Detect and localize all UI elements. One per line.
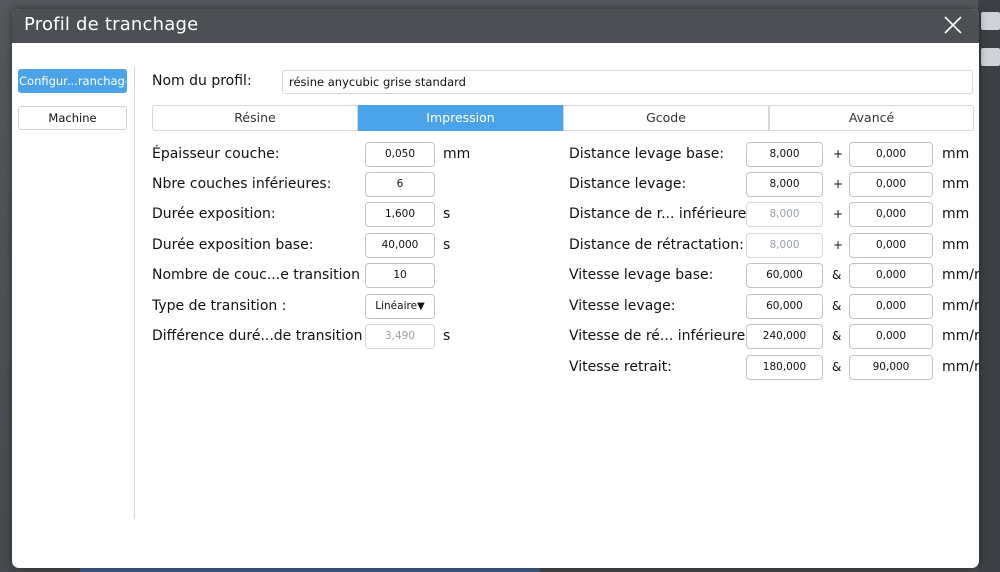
caret-down-icon: ▼ [417, 301, 425, 312]
background-chip [981, 12, 1000, 30]
base-lift-speed-unit: mm/r [942, 267, 979, 283]
bottom-layers-input[interactable]: 6 [365, 172, 435, 197]
retract-speed-unit: mm/r [942, 359, 979, 375]
transition-type-value: Linéaire [375, 300, 418, 312]
base-exposure-input[interactable]: 40,000 [365, 233, 435, 258]
sidebar: Configur...ranchage Machine [12, 43, 134, 568]
background-chip [981, 48, 1000, 66]
retract-speed-input[interactable]: 180,000 [746, 355, 823, 380]
retract-distance-extra-input[interactable]: 0,000 [849, 233, 933, 258]
retract-distance-label: Distance de rétractation: [569, 237, 744, 253]
base-lift-distance-extra-input[interactable]: 0,000 [849, 142, 933, 167]
plus-sign: + [833, 238, 844, 252]
exposure-time-unit: s [443, 206, 451, 222]
tab-resine[interactable]: Résine [152, 105, 358, 131]
transition-time-diff-input: 3,490 [365, 324, 435, 349]
bottom-retract-speed-input[interactable]: 240,000 [746, 324, 823, 349]
bottom-retract-speed-extra-input[interactable]: 0,000 [849, 324, 933, 349]
ampersand-sign: & [832, 299, 842, 313]
base-exposure-label: Durée exposition base: [152, 237, 314, 253]
exposure-time-input[interactable]: 1,600 [365, 202, 435, 227]
ampersand-sign: & [832, 360, 842, 374]
layer-thickness-unit: mm [443, 146, 471, 162]
lift-speed-label: Vitesse levage: [569, 298, 676, 314]
ampersand-sign: & [832, 268, 842, 282]
retract-speed-label: Vitesse retrait: [569, 359, 672, 375]
lift-distance-extra-input[interactable]: 0,000 [849, 172, 933, 197]
tab-avance[interactable]: Avancé [769, 105, 974, 131]
bottom-retract-speed-label: Vitesse de ré... inférieure : [569, 328, 755, 344]
base-lift-distance-input[interactable]: 8,000 [746, 142, 823, 167]
base-lift-distance-unit: mm [942, 146, 970, 162]
retract-distance-unit: mm [942, 237, 970, 253]
plus-sign: + [833, 177, 844, 191]
close-icon[interactable] [941, 13, 965, 37]
transition-time-diff-label: Différence duré...de transition : [152, 328, 372, 344]
tab-gcode[interactable]: Gcode [563, 105, 769, 131]
profile-name-label: Nom du profil: [152, 73, 252, 89]
retract-distance-input: 8,000 [746, 233, 823, 258]
lift-distance-unit: mm [942, 176, 970, 192]
retract-speed-extra-input[interactable]: 90,000 [849, 355, 933, 380]
lift-distance-label: Distance levage: [569, 176, 687, 192]
layer-thickness-label: Épaisseur couche: [152, 146, 280, 162]
bottom-retract-distance-extra-input[interactable]: 0,000 [849, 202, 933, 227]
transition-layers-label: Nombre de couc...e transition : [152, 267, 370, 283]
slicing-profile-dialog: Profil de tranchage Configur...ranchage … [12, 9, 979, 568]
layer-thickness-input[interactable]: 0,050 [365, 142, 435, 167]
transition-type-label: Type de transition : [152, 298, 287, 314]
bottom-retract-distance-unit: mm [942, 206, 970, 222]
transition-type-select[interactable]: Linéaire▼ [365, 294, 435, 319]
settings-tabs: Résine Impression Gcode Avancé [152, 105, 974, 131]
ampersand-sign: & [832, 329, 842, 343]
lift-distance-input[interactable]: 8,000 [746, 172, 823, 197]
base-lift-speed-extra-input[interactable]: 0,000 [849, 263, 933, 288]
profile-name-input[interactable]: résine anycubic grise standard [282, 70, 973, 94]
dialog-title: Profil de tranchage [24, 14, 199, 35]
base-lift-speed-input[interactable]: 60,000 [746, 263, 823, 288]
lift-speed-unit: mm/r [942, 298, 979, 314]
dialog-titlebar: Profil de tranchage [12, 9, 979, 43]
base-lift-distance-label: Distance levage base: [569, 146, 725, 162]
bottom-retract-distance-input: 8,000 [746, 202, 823, 227]
plus-sign: + [833, 147, 844, 161]
bottom-layers-label: Nbre couches inférieures: [152, 176, 332, 192]
base-exposure-unit: s [443, 237, 451, 253]
transition-time-diff-unit: s [443, 328, 451, 344]
exposure-time-label: Durée exposition: [152, 206, 276, 222]
background-toolbar [978, 0, 1000, 572]
lift-speed-extra-input[interactable]: 0,000 [849, 294, 933, 319]
plus-sign: + [833, 207, 844, 221]
sidebar-divider [134, 67, 135, 519]
sidebar-item-slicing-config[interactable]: Configur...ranchage [18, 69, 127, 93]
base-lift-speed-label: Vitesse levage base: [569, 267, 714, 283]
sidebar-item-machine[interactable]: Machine [18, 106, 127, 130]
transition-layers-input[interactable]: 10 [365, 263, 435, 288]
tab-impression[interactable]: Impression [358, 105, 563, 131]
lift-speed-input[interactable]: 60,000 [746, 294, 823, 319]
bottom-retract-speed-unit: mm/r [942, 328, 979, 344]
bottom-retract-distance-label: Distance de r... inférieure : [569, 206, 756, 222]
